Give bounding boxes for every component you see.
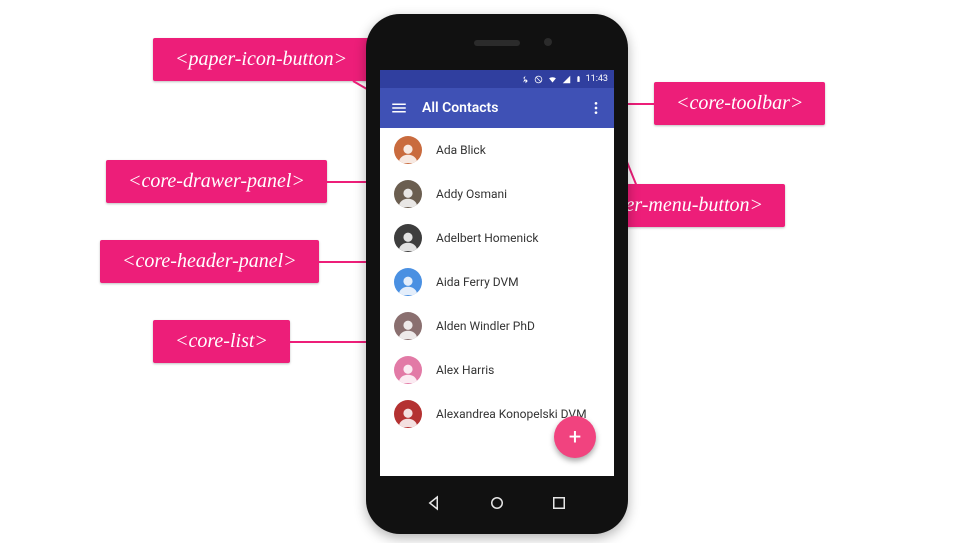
contact-name: Addy Osmani xyxy=(436,187,507,201)
app-toolbar: All Contacts xyxy=(380,88,614,128)
contact-name: Ada Blick xyxy=(436,143,486,157)
contact-row[interactable]: Adelbert Homenick xyxy=(380,216,614,260)
avatar xyxy=(394,224,422,252)
add-icon: + xyxy=(569,425,581,450)
contact-name: Adelbert Homenick xyxy=(436,231,538,245)
contact-name: Alden Windler PhD xyxy=(436,319,535,333)
avatar xyxy=(394,180,422,208)
callout-core-header-panel: <core-header-panel> xyxy=(100,240,319,283)
contact-name: Alex Harris xyxy=(436,363,494,377)
callout-line xyxy=(269,341,380,343)
android-nav-bar xyxy=(366,494,628,516)
avatar xyxy=(394,312,422,340)
avatar xyxy=(394,356,422,384)
contact-row[interactable]: Alden Windler PhD xyxy=(380,304,614,348)
callout-core-toolbar: <core-toolbar> xyxy=(654,82,825,125)
more-vert-icon[interactable] xyxy=(588,100,604,116)
phone-frame: 11:43 All Contacts Ada BlickAddy OsmaniA… xyxy=(366,14,628,534)
avatar xyxy=(394,136,422,164)
status-time: 11:43 xyxy=(586,74,608,84)
contact-row[interactable]: Ada Blick xyxy=(380,128,614,172)
status-bar: 11:43 xyxy=(380,70,614,88)
contact-name: Aida Ferry DVM xyxy=(436,275,519,289)
bluetooth-icon xyxy=(521,75,530,84)
phone-speaker xyxy=(474,40,520,46)
callout-paper-icon-button: <paper-icon-button> xyxy=(153,38,369,81)
contact-row[interactable]: Alex Harris xyxy=(380,348,614,392)
hamburger-icon[interactable] xyxy=(390,99,408,117)
contacts-list: Ada Blick Addy Osmani Adelbert Homenick Aid… xyxy=(380,128,614,436)
back-icon[interactable] xyxy=(426,494,444,516)
phone-screen: 11:43 All Contacts Ada BlickAddy OsmaniA… xyxy=(380,70,614,476)
home-icon[interactable] xyxy=(488,494,506,516)
contact-row[interactable]: Aida Ferry DVM xyxy=(380,260,614,304)
do-not-disturb-icon xyxy=(534,75,543,84)
recent-icon[interactable] xyxy=(550,494,568,516)
contact-row[interactable]: Addy Osmani xyxy=(380,172,614,216)
avatar xyxy=(394,400,422,428)
signal-icon xyxy=(562,75,571,84)
wifi-icon xyxy=(547,75,558,84)
callout-core-drawer-panel: <core-drawer-panel> xyxy=(106,160,327,203)
toolbar-title: All Contacts xyxy=(422,100,574,116)
phone-camera xyxy=(544,38,552,46)
battery-icon xyxy=(575,74,582,84)
add-contact-fab[interactable]: + xyxy=(554,416,596,458)
avatar xyxy=(394,268,422,296)
